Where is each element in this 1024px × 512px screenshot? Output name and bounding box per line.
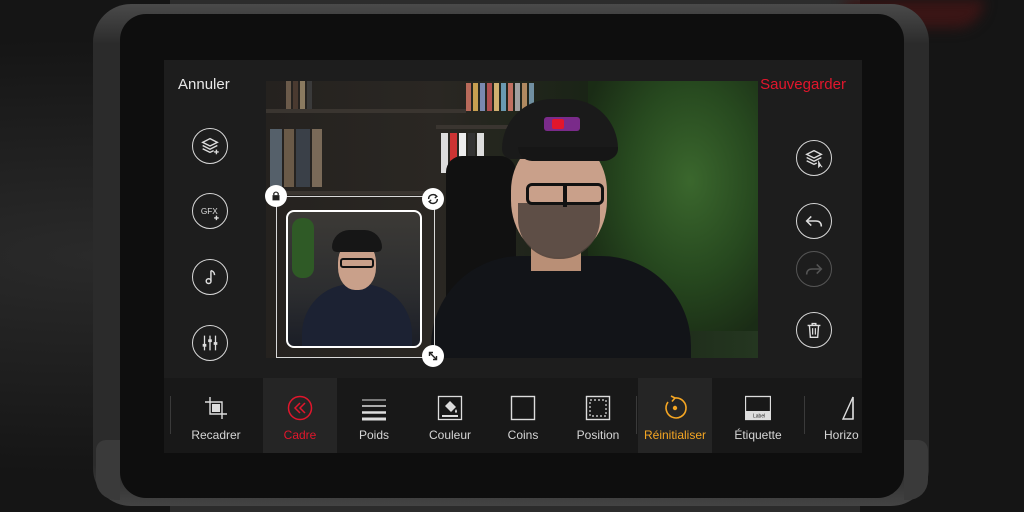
rotate-icon xyxy=(427,193,439,205)
pip-person-glasses xyxy=(340,258,374,268)
device-tab-left xyxy=(96,440,120,500)
horizon-flip-icon xyxy=(841,396,854,420)
toolbar-divider xyxy=(170,396,171,434)
background-strip-bottom xyxy=(170,505,860,512)
cancel-button[interactable]: Annuler xyxy=(178,76,230,93)
music-note-icon xyxy=(205,269,216,285)
edit-toolbar: Recadrer Cadre Poids Couleur Coins Posit… xyxy=(164,378,862,453)
pip-plant xyxy=(292,218,314,278)
paint-bucket-icon xyxy=(437,395,463,421)
gfx-plus-icon: GFX xyxy=(201,207,219,221)
tool-position[interactable]: Position xyxy=(568,378,628,453)
person-glasses xyxy=(526,183,604,207)
tool-horizon[interactable]: Horizo xyxy=(820,378,862,453)
person-body xyxy=(431,256,691,358)
sliders-icon xyxy=(202,335,218,351)
tool-frame-label: Cadre xyxy=(283,428,317,442)
layers-plus-icon xyxy=(201,137,219,155)
books xyxy=(270,129,322,187)
tool-crop-label: Recadrer xyxy=(191,428,241,442)
tool-corners-label: Coins xyxy=(507,428,539,442)
tool-color[interactable]: Couleur xyxy=(420,378,480,453)
tool-label[interactable]: Label Étiquette xyxy=(726,378,790,453)
device-tab-right xyxy=(904,440,928,500)
label-icon-text: Label xyxy=(753,414,765,420)
lock-icon xyxy=(272,191,280,201)
gfx-text: GFX xyxy=(201,207,218,216)
undo-button[interactable] xyxy=(796,203,832,239)
reset-icon xyxy=(665,395,687,419)
redo-button[interactable] xyxy=(796,251,832,287)
crop-icon xyxy=(205,397,227,419)
trash-icon xyxy=(807,322,821,339)
delete-button[interactable] xyxy=(796,312,832,348)
editor-screen: Annuler Sauvegarder GFX Recadrer Cadre P… xyxy=(164,60,862,453)
rotate-handle[interactable] xyxy=(422,188,444,210)
line-weight-icon xyxy=(362,399,386,421)
select-layer-button[interactable] xyxy=(796,140,832,176)
tool-reset-label: Réinitialiser xyxy=(643,428,707,442)
tool-color-label: Couleur xyxy=(428,428,472,442)
add-layer-button[interactable] xyxy=(192,128,228,164)
shelf xyxy=(266,191,441,195)
tool-reset[interactable]: Réinitialiser xyxy=(638,378,712,453)
add-gfx-button[interactable]: GFX xyxy=(192,193,228,229)
shelf xyxy=(266,109,466,113)
save-button[interactable]: Sauvegarder xyxy=(760,76,846,93)
tool-horizon-label: Horizo xyxy=(824,428,859,442)
undo-icon xyxy=(805,215,823,227)
pip-video-overlay[interactable] xyxy=(286,210,422,348)
square-corners-icon xyxy=(510,395,536,421)
tool-label-label: Étiquette xyxy=(734,428,782,442)
pip-person-body xyxy=(302,284,412,346)
redo-icon xyxy=(805,263,823,275)
tool-weight[interactable]: Poids xyxy=(344,378,404,453)
resize-handle[interactable] xyxy=(422,345,444,367)
tool-weight-label: Poids xyxy=(358,428,390,442)
resize-diagonal-icon xyxy=(428,351,438,361)
label-tag-icon: Label xyxy=(745,395,771,421)
cap-logo xyxy=(544,117,580,131)
audio-mixer-button[interactable] xyxy=(192,325,228,361)
music-button[interactable] xyxy=(192,259,228,295)
dashed-square-icon xyxy=(585,395,611,421)
books xyxy=(286,81,312,109)
pip-person-cap xyxy=(332,230,382,252)
tool-crop[interactable]: Recadrer xyxy=(187,378,245,453)
toolbar-divider xyxy=(804,396,805,434)
layers-select-icon xyxy=(805,149,823,169)
person-cap-brim xyxy=(518,147,618,161)
toolbar-divider xyxy=(636,396,637,434)
lock-handle[interactable] xyxy=(265,185,287,207)
tool-corners[interactable]: Coins xyxy=(494,378,552,453)
tool-frame[interactable]: Cadre xyxy=(263,378,337,453)
frame-chevrons-icon xyxy=(287,395,313,421)
tool-position-label: Position xyxy=(576,428,620,442)
